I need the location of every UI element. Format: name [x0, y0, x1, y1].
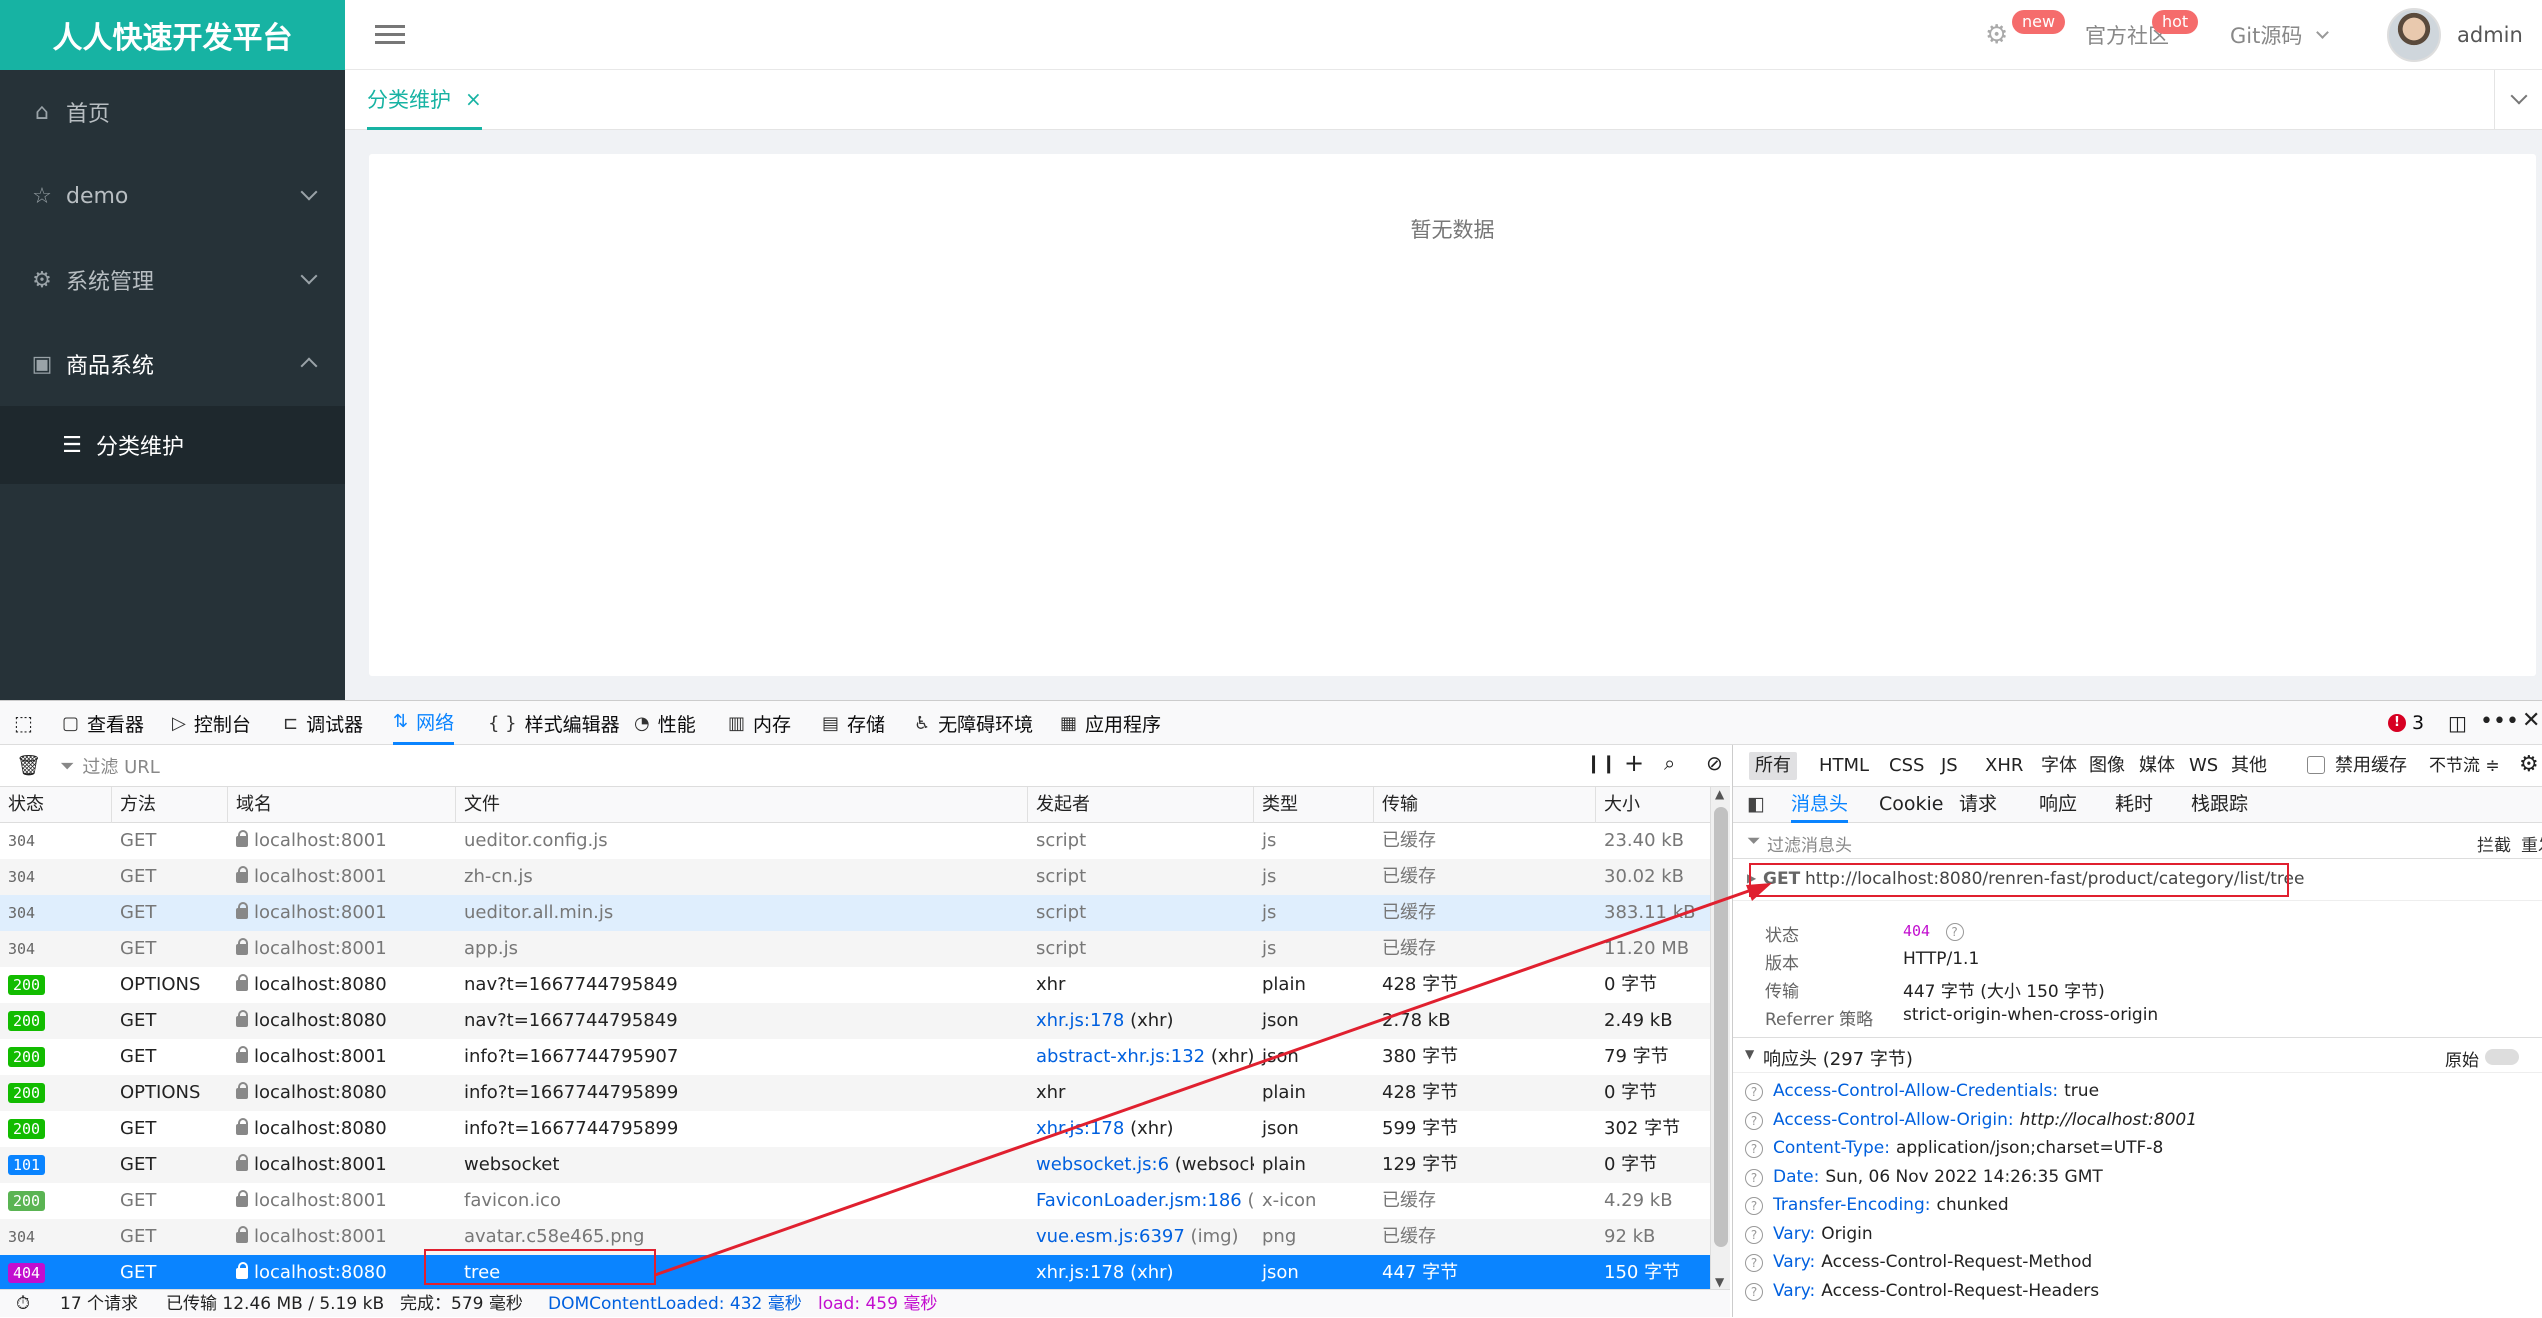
annotation-arrow: [654, 883, 1772, 1277]
tab-options-button[interactable]: [2494, 70, 2542, 130]
sidebar-item-label: 系统管理: [66, 270, 155, 295]
sidebar: ⌂ 首页 ☆ demo ⚙ 系统管理 ▣ 商品系统 ☰ 分类维护: [0, 70, 345, 700]
home-icon: ⌂: [35, 99, 49, 125]
hot-badge: hot: [2152, 10, 2199, 34]
tab-bar: 分类维护 ×: [345, 70, 2542, 130]
sidebar-item-category[interactable]: ☰ 分类维护: [0, 406, 345, 484]
sidebar-item-home[interactable]: ⌂ 首页: [0, 70, 345, 154]
settings-button[interactable]: ⚙: [1985, 0, 2008, 70]
new-badge: new: [2012, 10, 2066, 34]
list-icon: ☰: [62, 432, 82, 458]
content-card: 暂无数据: [369, 154, 2536, 676]
git-source-label: Git源码: [2230, 24, 2303, 48]
chevron-down-icon: [2316, 25, 2330, 39]
avatar[interactable]: [2387, 8, 2441, 62]
chevron-down-icon: [300, 183, 318, 201]
close-icon[interactable]: ×: [465, 87, 482, 111]
chevron-down-icon: [2510, 87, 2528, 105]
top-bar: ⚙ new 官方社区 hot Git源码 admin: [345, 0, 2542, 70]
tab-label: 分类维护: [367, 87, 451, 112]
star-icon: ☆: [32, 183, 52, 209]
sidebar-item-label: demo: [66, 183, 129, 209]
devtools-panel: ⬚ ▢ 查看器 ▷ 控制台 ⊏ 调试器 ⇅ 网络 { } 样式编辑器 ◔ 性能 ▥ 内存 ▤ 存…: [0, 700, 2542, 1317]
community-link[interactable]: 官方社区: [2085, 0, 2169, 70]
sidebar-item-goods[interactable]: ▣ 商品系统: [0, 322, 345, 406]
chevron-down-icon: [300, 267, 318, 285]
chevron-up-icon: [300, 357, 318, 375]
app-window: 人人快速开发平台 ⚙ new 官方社区 hot Git源码 admin ⌂ 首页…: [0, 0, 2542, 700]
sidebar-item-label: 分类维护: [96, 435, 185, 460]
brand-title: 人人快速开发平台: [0, 0, 345, 70]
sidebar-item-label: 商品系统: [66, 354, 155, 379]
gear-icon: ⚙: [32, 267, 52, 293]
tab-category[interactable]: 分类维护 ×: [367, 70, 482, 130]
hamburger-menu-icon[interactable]: [375, 20, 405, 50]
gear-icon: ⚙: [1985, 20, 2009, 50]
product-icon: ▣: [31, 351, 53, 377]
sidebar-item-label: 首页: [66, 102, 111, 127]
git-source-dropdown[interactable]: Git源码: [2230, 0, 2330, 70]
empty-text: 暂无数据: [1410, 218, 1495, 242]
sidebar-item-system[interactable]: ⚙ 系统管理: [0, 238, 345, 322]
user-name[interactable]: admin: [2457, 0, 2523, 70]
submenu: ☰ 分类维护: [0, 406, 345, 484]
sidebar-item-demo[interactable]: ☆ demo: [0, 154, 345, 238]
